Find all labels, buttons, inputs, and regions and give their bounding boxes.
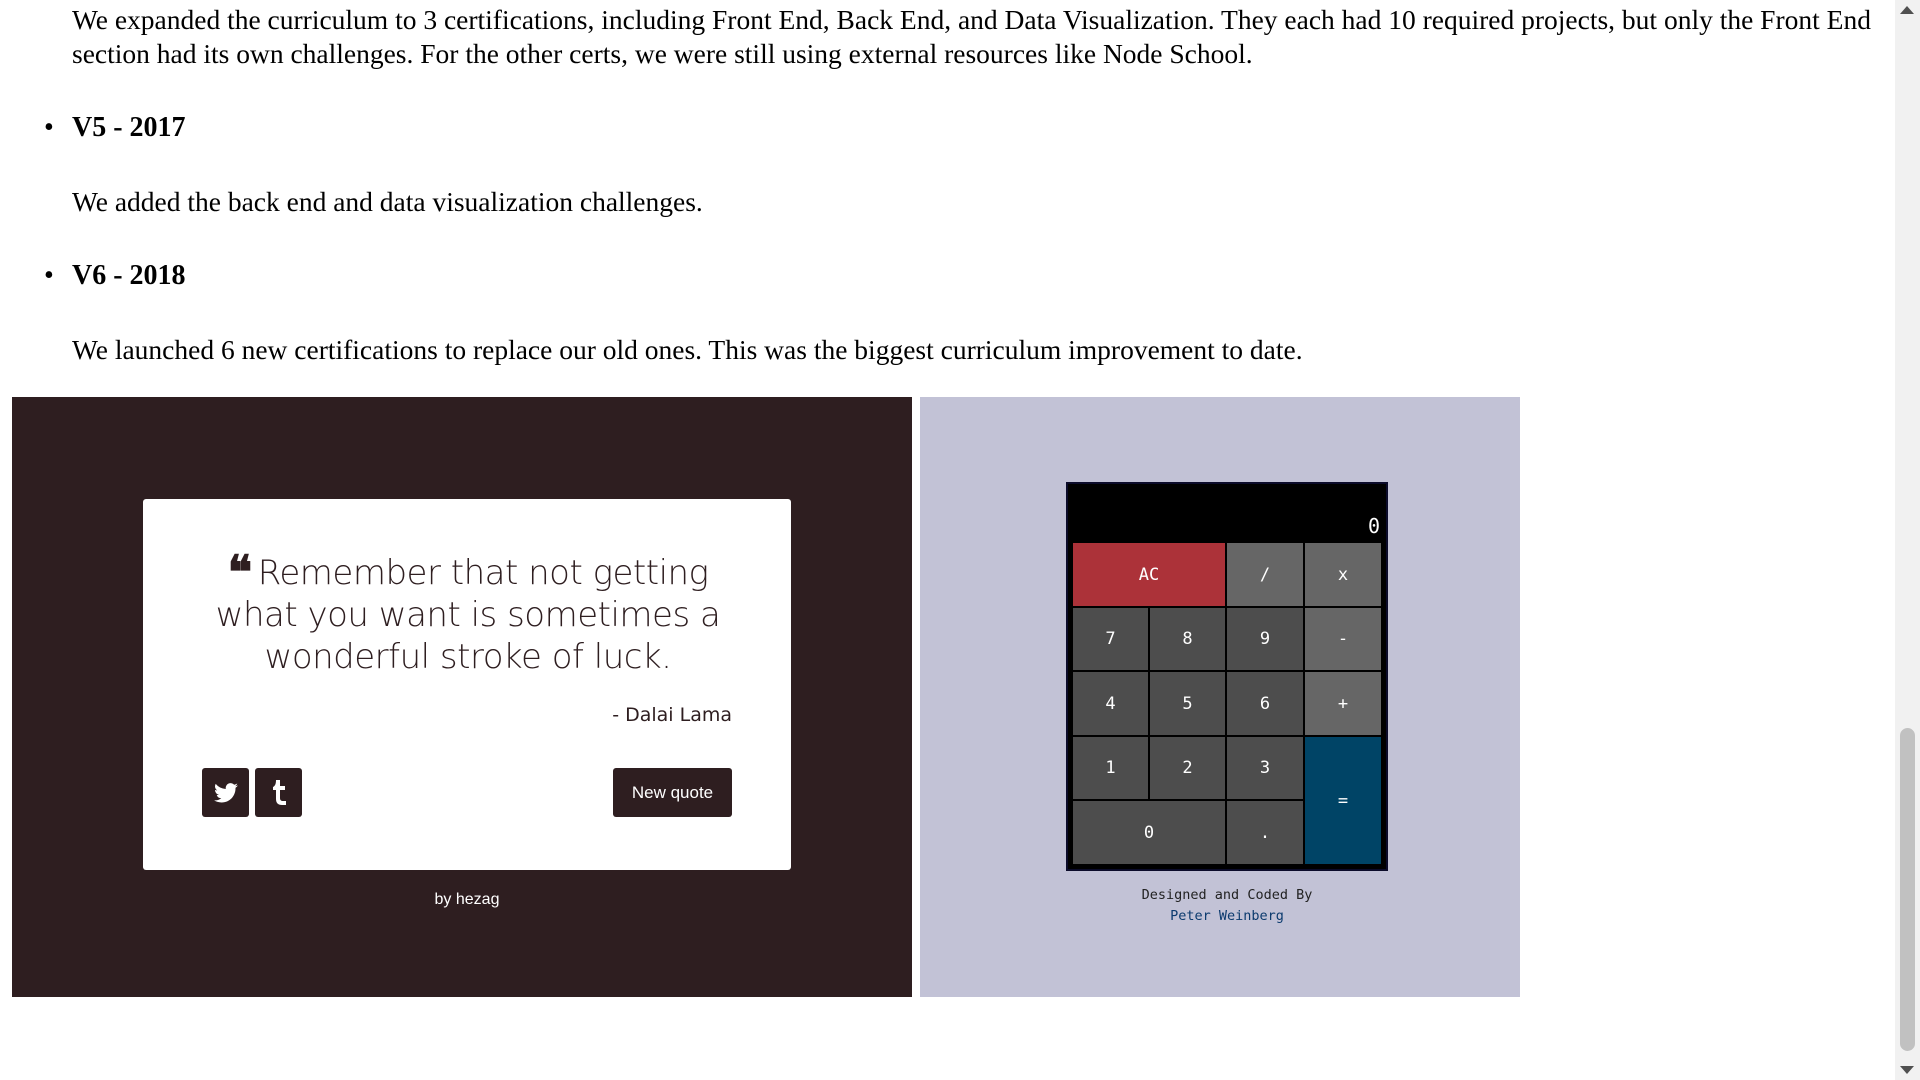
list-item-text: We added the back end and data visualiza… — [72, 186, 703, 217]
six-button[interactable]: 6 — [1226, 671, 1304, 736]
five-button[interactable]: 5 — [1149, 671, 1226, 736]
bullet-dot: • — [44, 260, 54, 291]
credit-line: Designed and Coded By — [1141, 887, 1313, 903]
intro-paragraph: We expanded the curriculum to 3 certific… — [72, 4, 1871, 69]
byline: by hezag — [12, 891, 922, 909]
scrollbar-thumb[interactable] — [1900, 728, 1915, 1051]
list-item-heading: V5 - 2017 — [72, 112, 186, 143]
quote-left-icon: ❝ — [227, 545, 253, 599]
nine-button[interactable]: 9 — [1226, 607, 1304, 671]
list-item-text: We launched 6 new certifications to repl… — [72, 334, 1303, 365]
eight-button[interactable]: 8 — [1149, 607, 1226, 671]
quote-box: ❝ Remember that not getting what you want… — [143, 499, 791, 870]
list-item-v5: • V5 - 2017 — [44, 111, 186, 145]
quote-author: - Dalai Lama — [612, 704, 732, 726]
clear-button[interactable]: AC — [1072, 542, 1226, 607]
quote-text: ❝ Remember that not getting what you want… — [203, 549, 733, 678]
bullet-dot: • — [44, 112, 54, 143]
vertical-scrollbar[interactable] — [1895, 0, 1920, 1080]
decimal-button[interactable]: . — [1226, 800, 1304, 865]
quote-body: Remember that not getting what you want … — [215, 553, 721, 677]
one-button[interactable]: 1 — [1072, 736, 1149, 800]
zero-button[interactable]: 0 — [1072, 800, 1226, 865]
byline-prefix: by — [434, 891, 452, 908]
calculator-embed: 0 AC / x 7 8 9 - 4 5 6 + 1 2 3 = 0 . Des… — [920, 397, 1520, 997]
new-quote-button[interactable]: New quote — [613, 768, 732, 817]
tumblr-icon — [272, 779, 286, 805]
equals-button[interactable]: = — [1304, 736, 1382, 865]
calculator-keypad: AC / x 7 8 9 - 4 5 6 + 1 2 3 = 0 . — [1072, 542, 1382, 865]
byline-author-link[interactable]: hezag — [456, 891, 500, 908]
multiply-button[interactable]: x — [1304, 542, 1382, 607]
calculator-display: 0 — [1068, 484, 1386, 542]
two-button[interactable]: 2 — [1149, 736, 1226, 800]
add-button[interactable]: + — [1304, 671, 1382, 736]
tweet-quote-button[interactable] — [202, 768, 249, 817]
three-button[interactable]: 3 — [1226, 736, 1304, 800]
tumblr-quote-button[interactable] — [255, 768, 302, 817]
display-value: 0 — [1367, 514, 1380, 538]
calculator: 0 AC / x 7 8 9 - 4 5 6 + 1 2 3 = 0 . — [1066, 482, 1388, 871]
twitter-icon — [213, 782, 238, 802]
divide-button[interactable]: / — [1226, 542, 1304, 607]
scroll-up-icon[interactable] — [1900, 6, 1914, 14]
list-item-heading: V6 - 2018 — [72, 260, 186, 291]
quote-machine-embed: ❝ Remember that not getting what you want… — [12, 397, 912, 997]
seven-button[interactable]: 7 — [1072, 607, 1149, 671]
credit-author-link[interactable]: Peter Weinberg — [920, 906, 1534, 927]
subtract-button[interactable]: - — [1304, 607, 1382, 671]
list-item-v6: • V6 - 2018 — [44, 259, 186, 293]
four-button[interactable]: 4 — [1072, 671, 1149, 736]
scroll-down-icon[interactable] — [1900, 1066, 1914, 1074]
calculator-credit: Designed and Coded By Peter Weinberg — [920, 885, 1534, 927]
